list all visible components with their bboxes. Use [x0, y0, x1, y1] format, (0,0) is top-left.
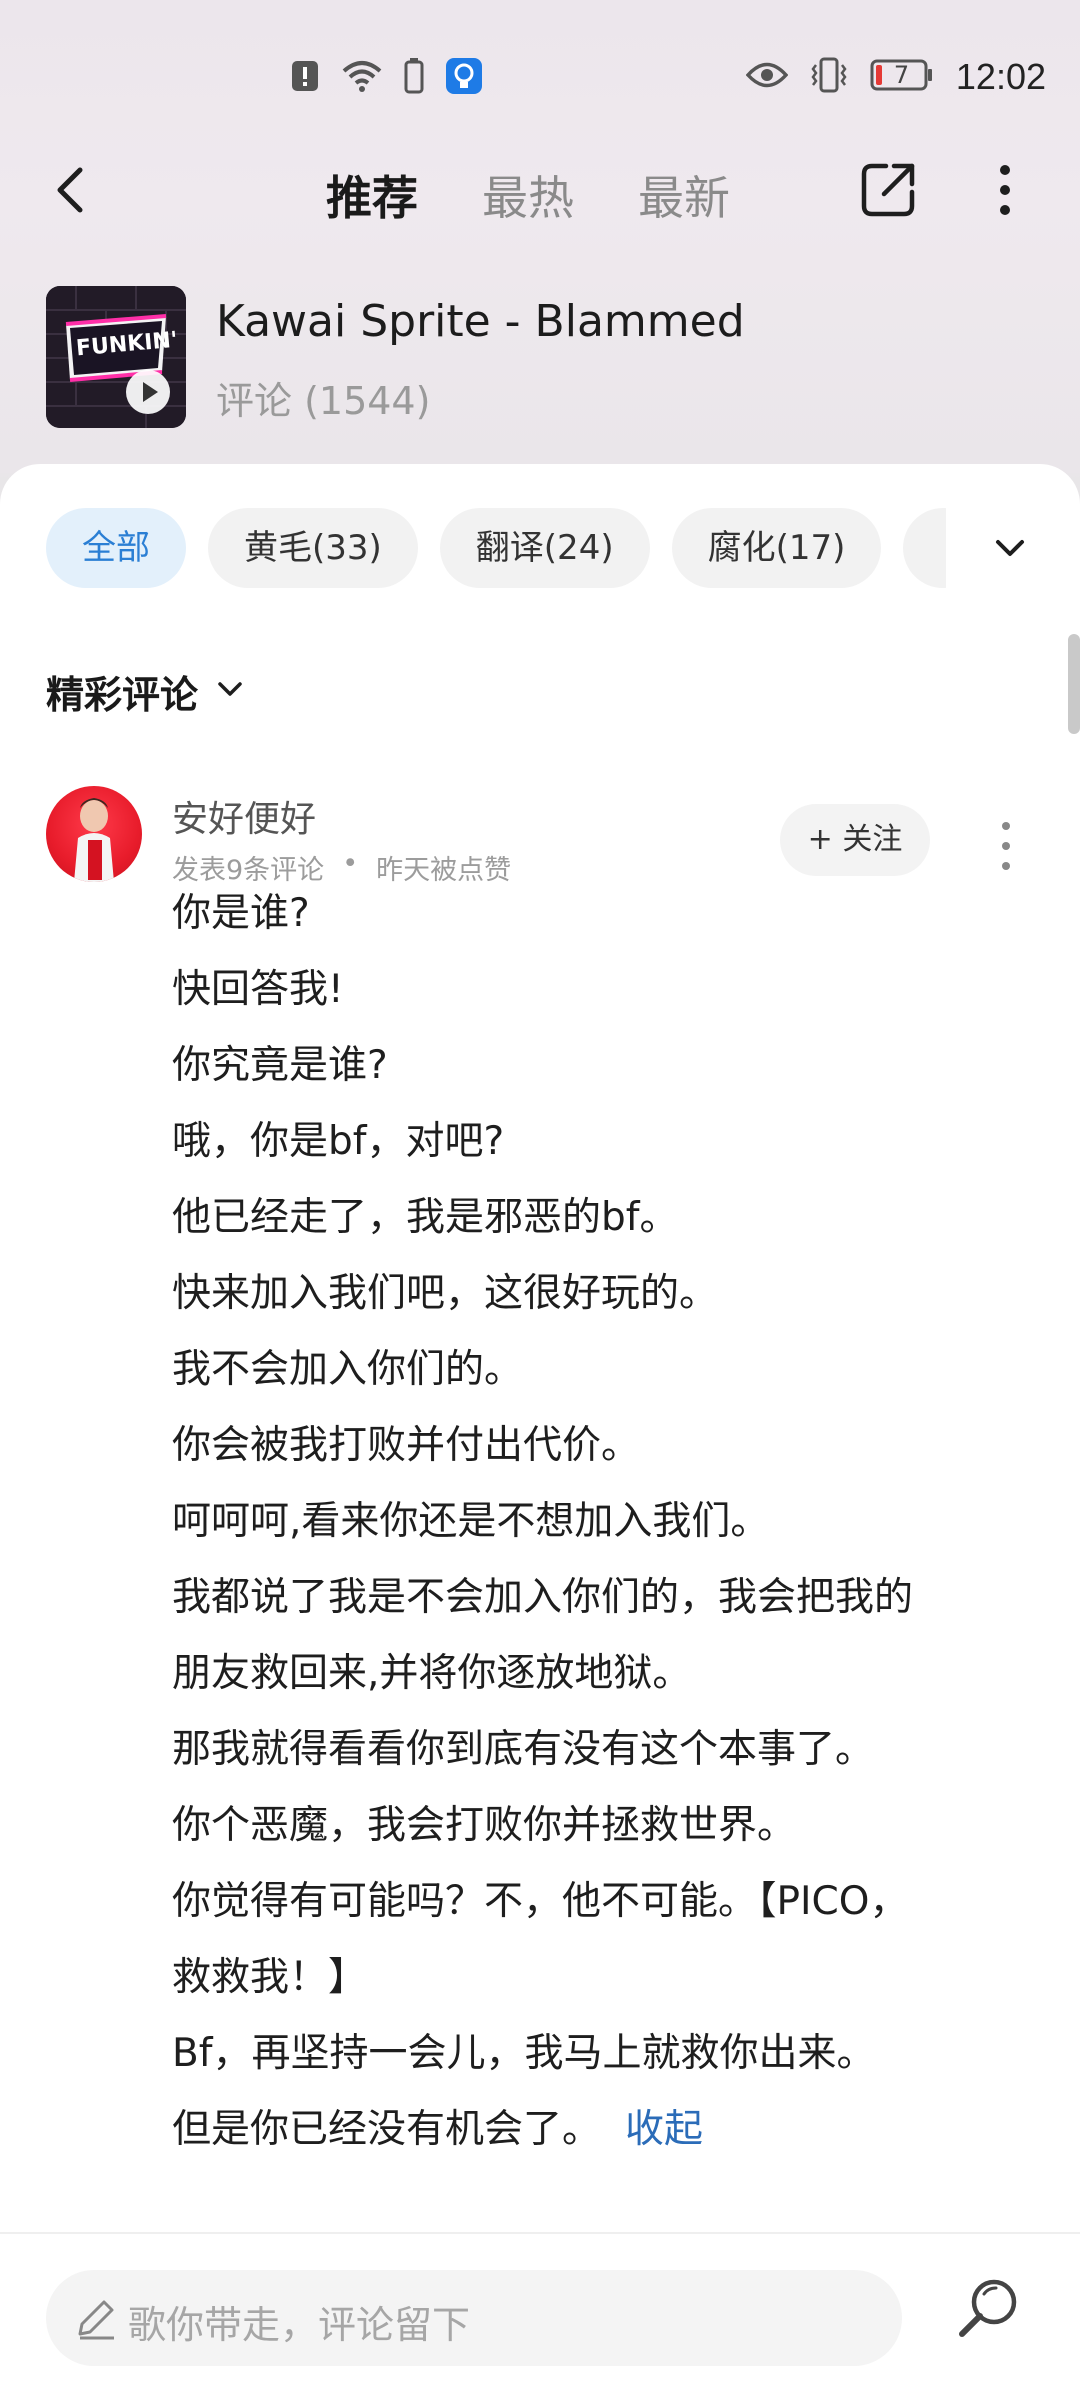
play-icon[interactable]: [124, 368, 172, 420]
wifi-icon: [342, 59, 382, 97]
avatar[interactable]: [46, 786, 142, 882]
comment-line: 救救我！】: [172, 1955, 368, 2000]
comment-line: 呵呵呵,看来你还是不想加入我们。: [172, 1499, 770, 1544]
chip-more[interactable]: [903, 508, 946, 588]
comment-body: 你是谁? 快回答我! 你究竟是谁? 哦，你是bf，对吧? 他已经走了，我是邪恶的…: [172, 876, 1052, 2168]
username[interactable]: 安好便好: [172, 790, 316, 842]
follow-button[interactable]: + 关注: [780, 804, 930, 876]
comment-line: 哦，你是bf，对吧?: [172, 1119, 505, 1164]
battery-small-icon: [404, 58, 424, 98]
battery-level: 7: [893, 61, 910, 89]
alert-icon: [290, 59, 320, 97]
chip-yellow-hair[interactable]: 黄毛(33): [208, 508, 418, 588]
chevron-down-icon: [214, 670, 246, 714]
filter-chips: 全部 黄毛(33) 翻译(24) 腐化(17): [46, 508, 946, 592]
vibrate-icon: [810, 57, 848, 97]
comment-line: 你会被我打败并付出代价。: [172, 1423, 641, 1468]
clock: 12:02: [955, 56, 1046, 97]
bulb-icon: [446, 58, 482, 98]
comment-count: 评论 (1544): [216, 379, 431, 423]
tab-newest[interactable]: 最新: [638, 162, 730, 228]
chip-all[interactable]: 全部: [46, 508, 186, 588]
section-title-label: 精彩评论: [46, 673, 199, 717]
comment-line: 我都说了我是不会加入你们的，我会把我的: [172, 1575, 914, 1620]
song-info[interactable]: FUNKIN' Kawai Sprite - Blammed 评论 (1544): [46, 286, 1046, 428]
input-placeholder: 歌你带走，评论留下: [128, 2303, 471, 2347]
battery-icon: 7: [870, 59, 934, 95]
comment-more-icon[interactable]: [996, 816, 1016, 876]
chip-corruption[interactable]: 腐化(17): [671, 508, 882, 588]
comment-line-text: 但是你已经没有机会了。: [172, 2107, 602, 2152]
song-title: Kawai Sprite - Blammed: [216, 296, 745, 347]
comment-line: 快回答我!: [172, 967, 344, 1012]
comment-line: 朋友救回来,并将你逐放地狱。: [172, 1651, 692, 1696]
comments-sheet: 全部 黄毛(33) 翻译(24) 腐化(17) 精彩评论 安好便好 发表9条评论…: [0, 464, 1080, 2400]
comment-line: 快来加入我们吧，这很好玩的。: [172, 1271, 719, 1316]
comment-line: 他已经走了，我是邪恶的bf。: [172, 1195, 679, 1240]
tab-recommend[interactable]: 推荐: [326, 162, 418, 228]
section-title[interactable]: 精彩评论: [46, 664, 246, 719]
share-icon[interactable]: [856, 158, 920, 222]
scrollbar[interactable]: [1068, 634, 1080, 734]
eye-icon: [745, 60, 789, 94]
chevron-down-icon[interactable]: [990, 528, 1030, 568]
tab-hottest[interactable]: 最热: [482, 162, 574, 228]
collapse-link[interactable]: 收起: [625, 2107, 703, 2152]
comment-line: Bf，再坚持一会儿，我马上就救你出来。: [172, 2031, 876, 2076]
back-icon[interactable]: [44, 160, 104, 220]
pen-icon: [72, 2294, 120, 2342]
divider: [0, 2232, 1080, 2234]
comment-line: 我不会加入你们的。: [172, 1347, 524, 1392]
more-options-icon[interactable]: [990, 158, 1020, 222]
comment-line: 你是谁?: [172, 891, 310, 936]
comment-line: 你觉得有可能吗？不，他不可能。【PICO，: [172, 1879, 909, 1924]
comment-input[interactable]: 歌你带走，评论留下: [46, 2270, 902, 2366]
chip-translation[interactable]: 翻译(24): [439, 508, 650, 588]
top-nav: 推荐 最热 最新: [0, 150, 1080, 230]
comment-line: 你个恶魔，我会打败你并拯救世界。: [172, 1803, 797, 1848]
comments-page: 7 12:02 推荐 最热 最新 FUNKIN' Kawai Sprite - …: [0, 0, 1080, 2400]
status-bar: 7 12:02: [0, 0, 1080, 150]
search-icon[interactable]: [950, 2272, 1026, 2348]
album-cover[interactable]: FUNKIN': [46, 286, 186, 428]
comment-line: 你究竟是谁?: [172, 1043, 388, 1088]
comment-line: 那我就得看看你到底有没有这个本事了。: [172, 1727, 875, 1772]
comment-last-line: 但是你已经没有机会了。 收起: [172, 2092, 1052, 2168]
